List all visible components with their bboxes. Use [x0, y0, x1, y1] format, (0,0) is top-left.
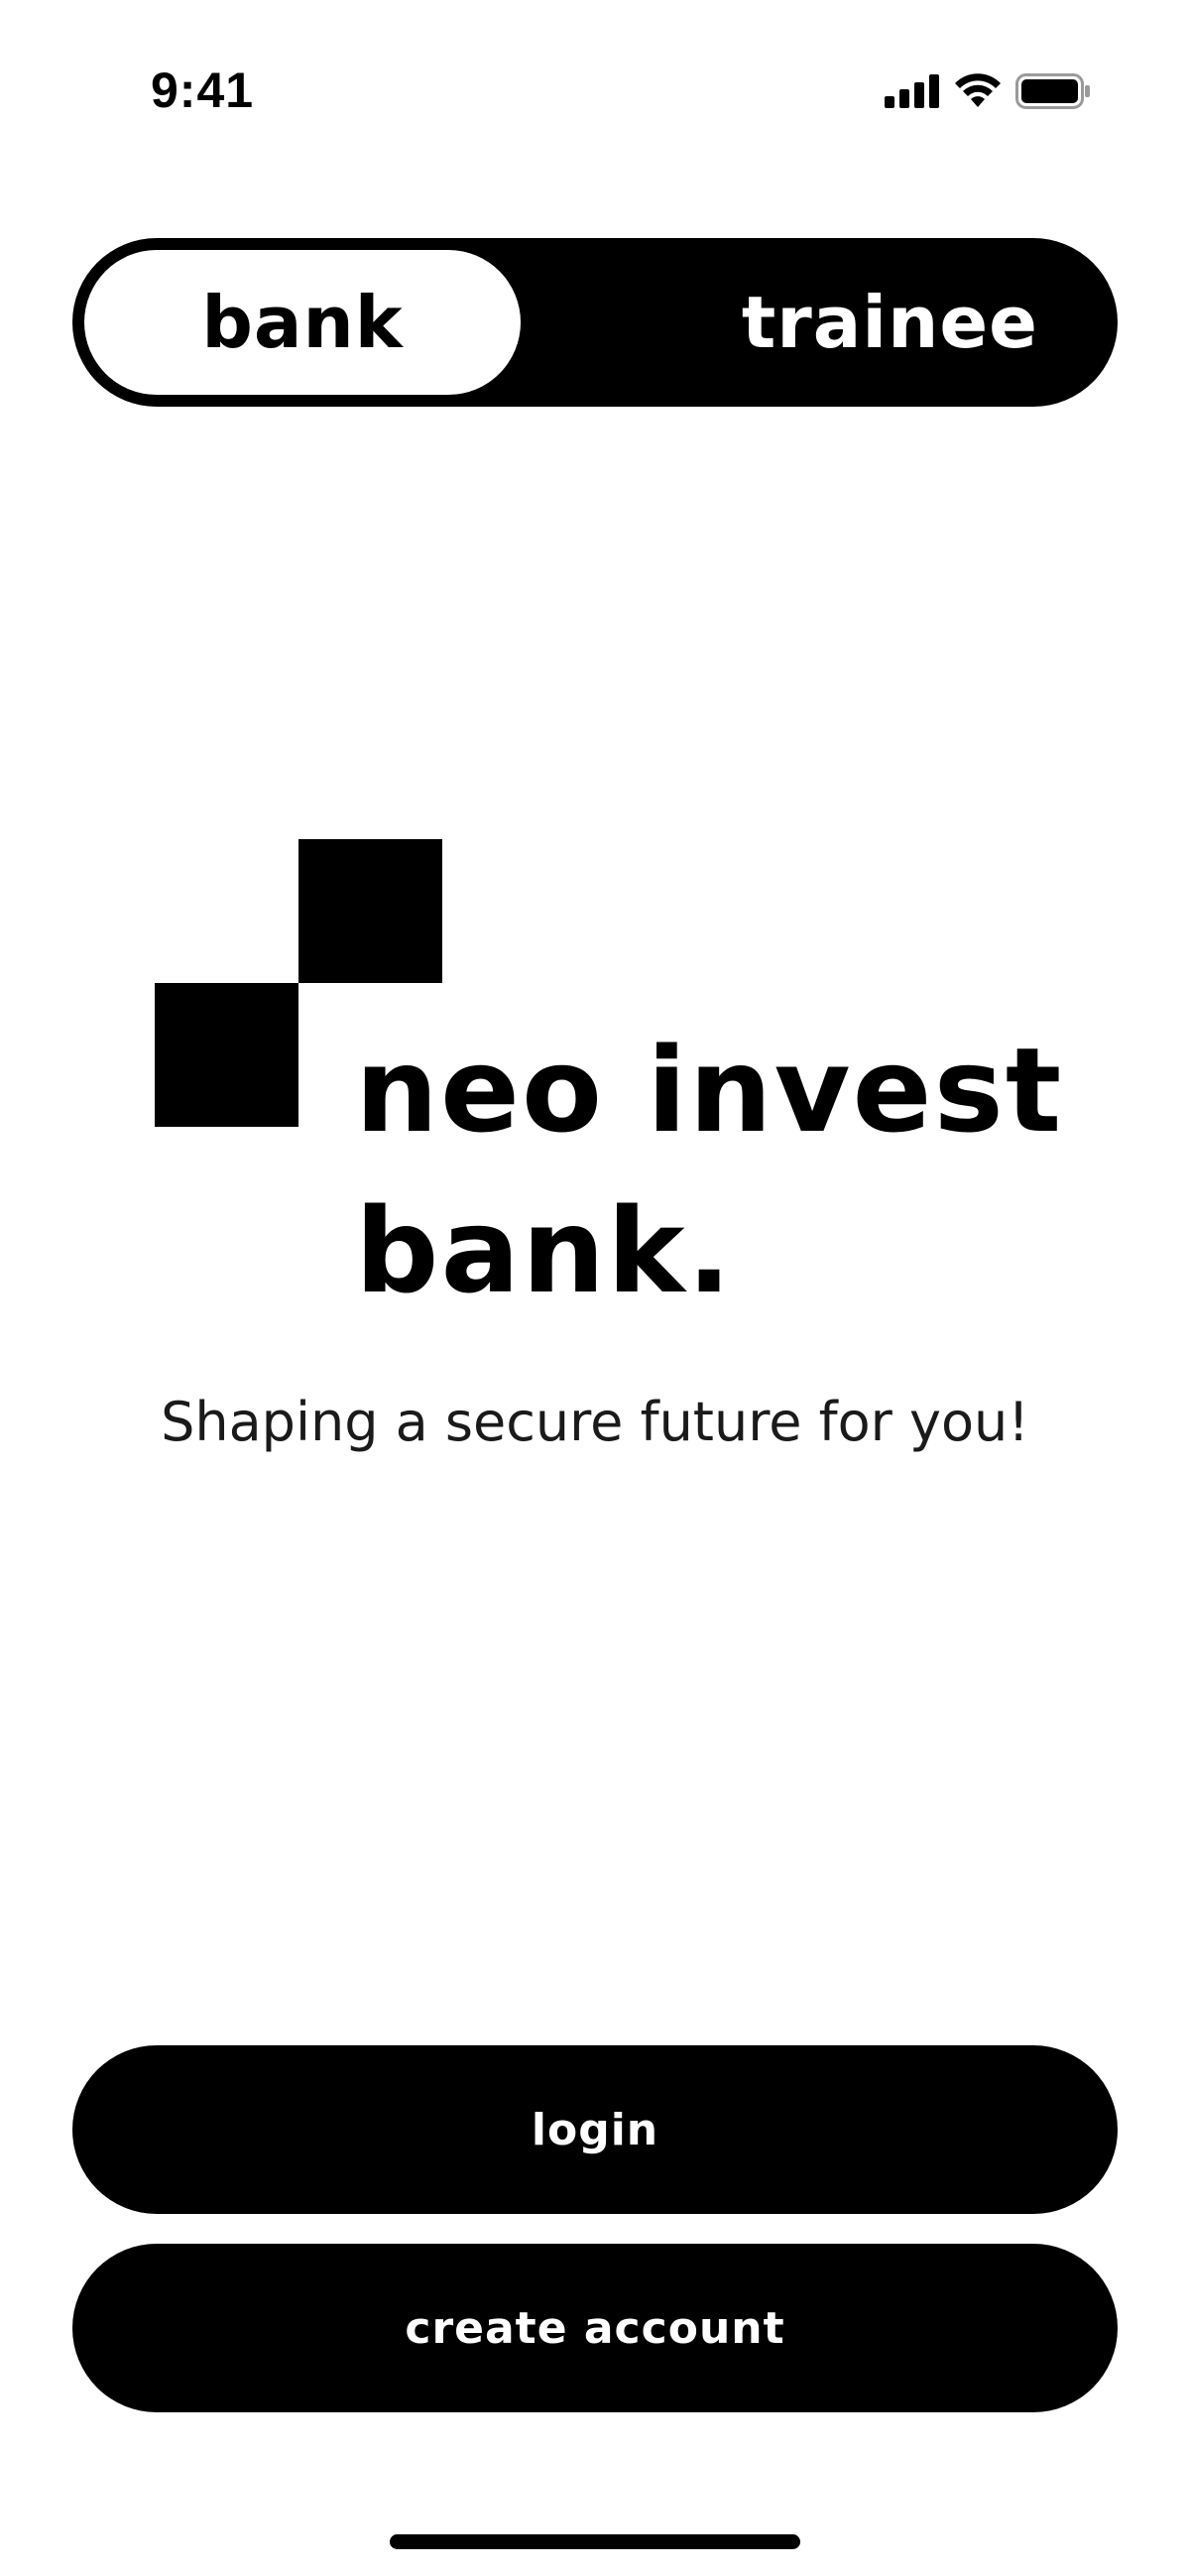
tagline: Shaping a secure future for you!: [161, 1391, 1029, 1453]
wifi-icon: [954, 73, 1002, 109]
toggle-option-trainee[interactable]: trainee: [741, 238, 1038, 407]
brand-name-line1: neo invest: [355, 1022, 1064, 1159]
logo-square-bottom: [155, 983, 298, 1127]
account-type-toggle: bank trainee: [72, 238, 1118, 407]
cellular-signal-icon: [885, 74, 940, 108]
brand-name: neo invest bank.: [355, 1010, 1063, 1331]
status-icons: [885, 71, 1091, 111]
status-time: 9:41: [151, 62, 255, 118]
create-account-button[interactable]: create account: [72, 2244, 1118, 2412]
toggle-option-bank[interactable]: bank: [84, 250, 521, 395]
battery-icon: [1015, 73, 1091, 109]
logo-square-top: [298, 839, 442, 983]
login-button[interactable]: login: [72, 2045, 1118, 2214]
home-indicator[interactable]: [390, 2534, 800, 2549]
status-bar: 9:41: [0, 0, 1190, 188]
brand-name-line2: bank.: [355, 1182, 734, 1319]
